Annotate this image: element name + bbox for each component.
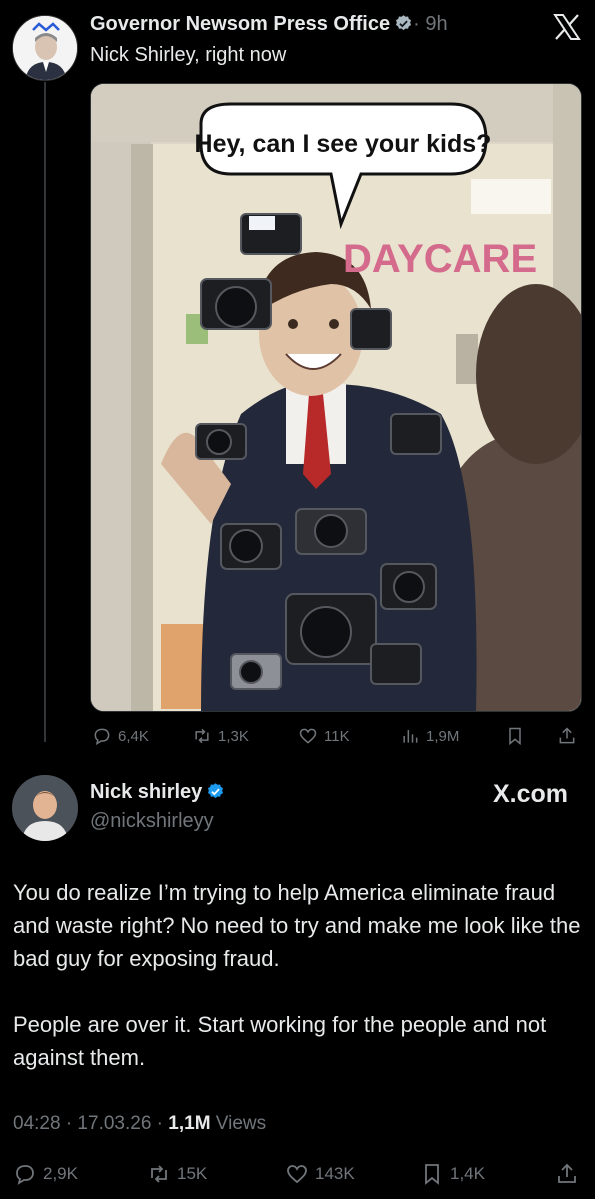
like-button[interactable]: 11K <box>298 726 350 746</box>
quoted-header: Governor Newsom Press Office · 9h <box>90 13 448 36</box>
bookmark-icon <box>425 1164 439 1185</box>
avatar[interactable] <box>12 775 78 841</box>
reply-button[interactable]: 6,4K <box>92 726 149 746</box>
repost-icon <box>151 1165 167 1183</box>
reply-button[interactable]: 2,9K <box>13 1162 78 1186</box>
quoted-post-text: Nick Shirley, right now <box>90 44 287 66</box>
thread-line <box>44 82 46 742</box>
x-logo-icon[interactable] <box>553 14 581 40</box>
author-name[interactable]: Governor Newsom Press Office <box>90 13 390 35</box>
author-name[interactable]: Nick shirley <box>90 781 202 803</box>
like-button[interactable]: 143K <box>285 1162 355 1186</box>
like-icon <box>299 728 317 744</box>
repost-icon <box>195 728 209 744</box>
reply-icon <box>94 728 110 746</box>
views-button[interactable]: 1,9M <box>400 726 459 746</box>
verified-icon <box>396 15 412 31</box>
reply-icon <box>16 1165 34 1185</box>
views-total: 1,1M <box>168 1113 211 1134</box>
views-icon <box>403 730 418 743</box>
repost-count: 15K <box>177 1164 208 1183</box>
like-icon <box>287 1165 307 1184</box>
share-button[interactable] <box>555 1162 579 1186</box>
author-handle[interactable]: @nickshirleyy <box>90 810 214 833</box>
repost-button[interactable]: 1,3K <box>192 726 249 746</box>
avatar-portrait-icon <box>13 16 77 80</box>
views-label: Views <box>210 1113 267 1134</box>
repost-count: 1,3K <box>218 727 249 745</box>
post-timestamp[interactable]: 04:28 · 17.03.26 · <box>13 1113 168 1134</box>
post-image[interactable]: DAYCARE Hey, can I see your kids? <box>90 83 582 712</box>
cartoon-illustration: DAYCARE Hey, can I see your kids? <box>91 84 581 711</box>
share-icon <box>558 1163 576 1183</box>
x-watermark: X.com <box>492 780 568 808</box>
post-paragraph: You do realize I’m trying to help Americ… <box>13 880 581 971</box>
views-count: 1,9M <box>426 727 460 745</box>
reply-header: Nick shirley <box>90 781 225 804</box>
share-button[interactable] <box>557 726 577 746</box>
post-time[interactable]: · 9h <box>413 13 447 35</box>
repost-button[interactable]: 15K <box>147 1162 207 1186</box>
verified-icon <box>208 783 224 799</box>
reply-count: 6,4K <box>118 727 149 745</box>
post-paragraph: People are over it. Start working for th… <box>13 1012 547 1070</box>
avatar[interactable] <box>12 15 78 81</box>
like-count: 143K <box>315 1164 355 1183</box>
bookmark-button[interactable] <box>505 726 525 746</box>
daycare-sign: DAYCARE <box>343 237 537 281</box>
post-meta: 04:28 · 17.03.26 · 1,1M Views <box>13 1113 266 1135</box>
avatar-portrait-icon <box>12 775 78 841</box>
share-icon <box>559 727 575 744</box>
speech-bubble-text: Hey, can I see your kids? <box>195 130 492 158</box>
like-count: 11K <box>324 727 350 745</box>
reply-count: 2,9K <box>43 1164 78 1183</box>
post-text: You do realize I’m trying to help Americ… <box>13 876 585 1107</box>
bookmark-count: 1,4K <box>450 1164 485 1183</box>
bookmark-button[interactable]: 1,4K <box>420 1162 485 1186</box>
bookmark-icon <box>509 727 521 746</box>
